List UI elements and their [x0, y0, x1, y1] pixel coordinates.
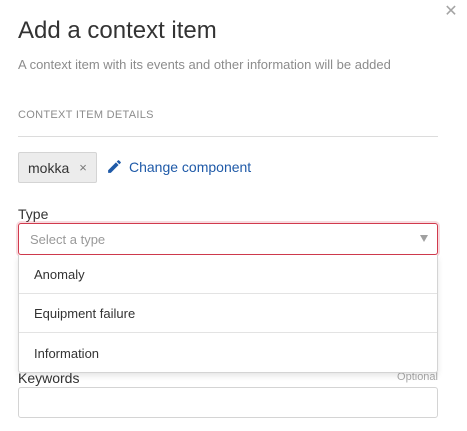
type-select-placeholder: Select a type [30, 232, 106, 247]
component-chip-label: mokka [28, 159, 70, 176]
component-chip: mokka × [18, 152, 97, 183]
type-option-anomaly[interactable]: Anomaly [19, 255, 437, 294]
type-dropdown-menu: Anomaly Equipment failure Information [18, 255, 438, 373]
section-label-context-item-details: CONTEXT ITEM DETAILS [18, 109, 154, 121]
type-select[interactable]: Select a type [18, 223, 438, 255]
pencil-icon [108, 160, 121, 173]
type-option-information[interactable]: Information [19, 333, 437, 373]
close-icon[interactable]: ✕ [443, 4, 459, 20]
chevron-down-icon [420, 235, 428, 242]
section-divider [18, 136, 438, 137]
remove-component-icon[interactable]: × [79, 161, 87, 174]
dialog-title: Add a context item [18, 17, 217, 44]
type-option-equipment-failure[interactable]: Equipment failure [19, 294, 437, 333]
dialog-subtitle: A context item with its events and other… [18, 57, 391, 72]
add-context-item-dialog: ✕ Add a context item A context item with… [0, 0, 467, 431]
type-label: Type [18, 206, 49, 222]
change-component-link[interactable]: Change component [106, 158, 251, 175]
change-component-label: Change component [129, 158, 252, 175]
keywords-input[interactable] [18, 387, 438, 418]
